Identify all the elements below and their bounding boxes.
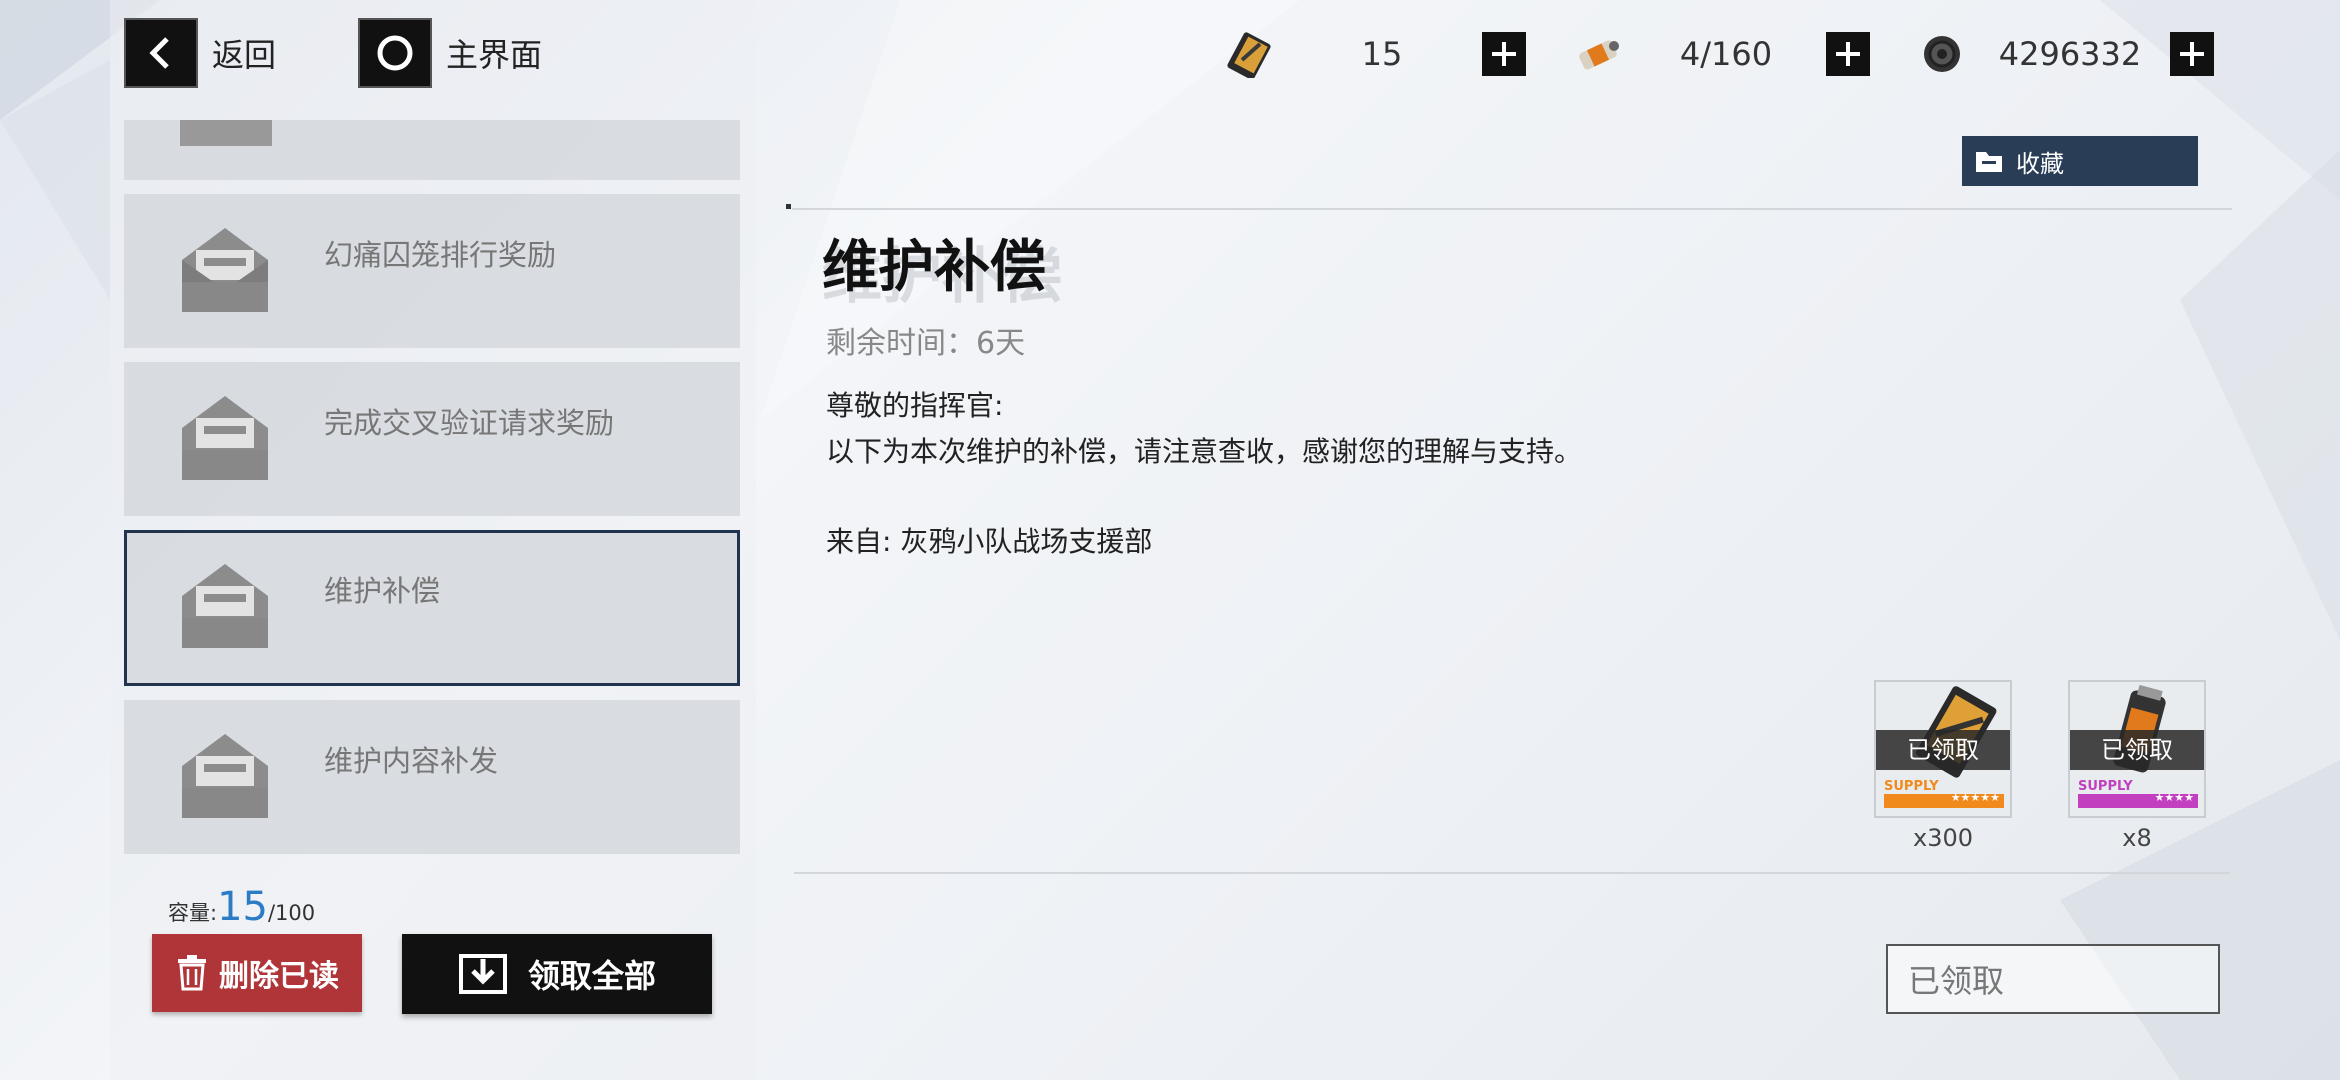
battery-count: 4/160 [1679, 35, 1773, 73]
claim-all-label: 领取全部 [527, 957, 656, 995]
mail-body: 以下为本次维护的补偿，请注意查收，感谢您的理解与支持。 [826, 435, 1583, 468]
remaining-time: 剩余时间：6天 [826, 326, 1026, 361]
delete-read-label: 删除已读 [219, 959, 339, 994]
mail-item[interactable]: 维护内容补发 [124, 700, 740, 854]
mail-item-title: 维护内容补发 [324, 744, 499, 778]
coin-count: 4296332 [1998, 35, 2142, 73]
home-button[interactable]: 主界面 [358, 18, 542, 88]
reward-item[interactable]: 已领取 SUPPLY ★★★★ [2068, 680, 2206, 818]
capacity-label: 容量: [168, 901, 218, 925]
rarity-bar: ★★★★ [2078, 791, 2198, 808]
plus-icon [1492, 42, 1516, 66]
divider-dot [786, 204, 791, 209]
claimed-button[interactable]: 已领取 [1886, 944, 2220, 1014]
add-coin-button[interactable] [2170, 32, 2214, 76]
envelope-icon [180, 120, 272, 146]
resource-coin: 4296332 [1914, 30, 2214, 78]
mail-title: 维护补偿 [822, 235, 1046, 300]
claimed-label: 已领取 [1876, 730, 2010, 770]
home-icon [358, 18, 432, 88]
rarity-stars: ★★★★ [2154, 791, 2194, 804]
mail-item[interactable]: 完成交叉验证请求奖励 [124, 362, 740, 516]
reward-quantity: x8 [2122, 824, 2152, 852]
back-icon [124, 18, 198, 88]
favorite-button[interactable]: 收藏 [1962, 136, 2198, 186]
plus-icon [1836, 42, 1860, 66]
favorite-label: 收藏 [2016, 149, 2064, 178]
capacity-max: /100 [267, 901, 316, 925]
capacity-indicator: 容量:15/100 [168, 884, 315, 930]
envelope-icon [182, 564, 268, 648]
envelope-icon [182, 228, 268, 312]
supply-label: SUPPLY [1884, 779, 1939, 794]
mail-item-title: 完成交叉验证请求奖励 [324, 406, 615, 440]
card-ticket-count: 15 [1361, 35, 1403, 73]
mail-item[interactable] [124, 120, 740, 180]
back-label: 返回 [212, 36, 277, 74]
download-icon [458, 954, 507, 994]
claimed-button-label: 已领取 [1908, 962, 2005, 1000]
add-battery-button[interactable] [1826, 32, 1870, 76]
mail-greeting: 尊敬的指挥官: [826, 389, 1004, 422]
divider [792, 208, 2232, 210]
mail-item-selected[interactable]: 维护补偿 [124, 530, 740, 686]
battery-icon [1579, 40, 1619, 70]
reward-quantity: x300 [1912, 824, 1973, 852]
mail-sender: 来自: 灰鸦小队战场支援部 [826, 525, 1153, 558]
gear-coin-icon [1924, 36, 1960, 72]
resource-card-ticket: 15 [1226, 30, 1526, 78]
trash-icon [178, 955, 206, 991]
delete-read-button[interactable]: 删除已读 [152, 934, 362, 1012]
mail-item[interactable]: 幻痛囚笼排行奖励 [124, 194, 740, 348]
folder-icon [1976, 152, 2002, 172]
plus-icon [2180, 42, 2204, 66]
capacity-current: 15 [217, 884, 268, 930]
back-button[interactable]: 返回 [124, 18, 276, 88]
claim-all-button[interactable]: 领取全部 [402, 934, 712, 1014]
mail-item-title: 幻痛囚笼排行奖励 [324, 238, 557, 272]
add-card-ticket-button[interactable] [1482, 32, 1526, 76]
rarity-stars: ★★★★★ [1950, 791, 2000, 804]
reward-item[interactable]: 已领取 SUPPLY ★★★★★ [1874, 680, 2012, 818]
divider [794, 872, 2230, 874]
home-label: 主界面 [446, 36, 543, 74]
envelope-icon [182, 734, 268, 818]
claimed-label: 已领取 [2070, 730, 2204, 770]
card-ticket-icon [1227, 32, 1271, 78]
supply-label: SUPPLY [2078, 779, 2133, 794]
rarity-bar: ★★★★★ [1884, 791, 2004, 808]
mail-item-title: 维护补偿 [324, 574, 441, 608]
resource-battery: 4/160 [1570, 30, 1870, 78]
envelope-icon [182, 396, 268, 480]
